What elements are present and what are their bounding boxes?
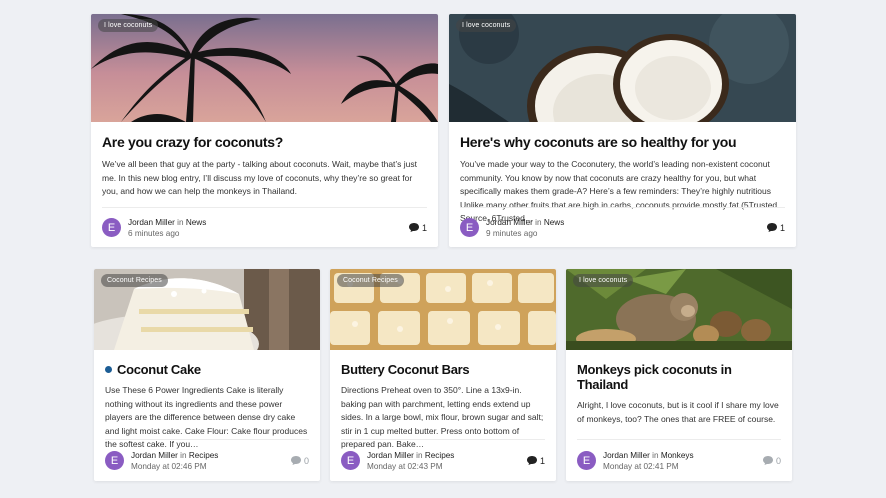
comment-count[interactable]: 0 (762, 455, 781, 466)
post-excerpt: Alright, I love coconuts, but is it cool… (577, 400, 779, 424)
avatar[interactable]: E (341, 451, 360, 470)
post-meta: E Jordan Miller in News 6 minutes ago 1 (102, 207, 427, 247)
author-info: Jordan Miller in News 9 minutes ago (486, 217, 767, 239)
post-title-text[interactable]: Are you crazy for coconuts? (102, 134, 283, 150)
avatar[interactable]: E (102, 218, 121, 237)
author-info: Jordan Miller in Monkeys Monday at 02:41… (603, 450, 763, 472)
avatar[interactable]: E (105, 451, 124, 470)
post-card[interactable]: I love coconuts Are you crazy for coconu… (91, 14, 438, 247)
post-card[interactable]: I love coconuts Here's why coconuts are … (449, 14, 796, 247)
category-tag[interactable]: Coconut Recipes (337, 274, 404, 287)
comment-count-value: 1 (539, 455, 545, 466)
post-cover-image[interactable]: Coconut Recipes (330, 269, 556, 350)
category-link[interactable]: News (544, 218, 564, 227)
comment-count-value: 0 (303, 455, 309, 466)
in-label: in (416, 450, 423, 460)
category-link[interactable]: News (186, 218, 206, 227)
comment-icon (290, 456, 301, 465)
post-title[interactable]: Monkeys pick coconuts in Thailand (577, 362, 781, 392)
post-meta: E Jordan Miller in News 9 minutes ago 1 (460, 207, 785, 247)
comment-count-value: 0 (775, 455, 781, 466)
avatar[interactable]: E (460, 218, 479, 237)
post-time: 6 minutes ago (128, 228, 180, 238)
category-link[interactable]: Recipes (189, 451, 219, 460)
author-info: Jordan Miller in Recipes Monday at 02:46… (131, 450, 291, 472)
post-title[interactable]: Coconut Cake (105, 362, 309, 377)
post-title[interactable]: Buttery Coconut Bars (341, 362, 545, 377)
post-time: Monday at 02:41 PM (603, 461, 679, 471)
author-name[interactable]: Jordan Miller (367, 451, 414, 460)
post-card[interactable]: Coconut Recipes Coconut Cake Use These 6… (94, 269, 320, 481)
author-name[interactable]: Jordan Miller (128, 218, 175, 227)
author-name[interactable]: Jordan Miller (131, 451, 178, 460)
comment-icon (762, 456, 773, 465)
post-cover-image[interactable]: I love coconuts (91, 14, 438, 122)
comment-count[interactable]: 1 (408, 222, 427, 233)
post-time: Monday at 02:43 PM (367, 461, 443, 471)
category-link[interactable]: Recipes (425, 451, 455, 460)
author-name[interactable]: Jordan Miller (603, 451, 650, 460)
comment-count[interactable]: 1 (766, 222, 785, 233)
post-title[interactable]: Here's why coconuts are so healthy for y… (460, 134, 785, 150)
post-cover-image[interactable]: Coconut Recipes (94, 269, 320, 350)
comment-count-value: 1 (779, 222, 785, 233)
post-title-text[interactable]: Here's why coconuts are so healthy for y… (460, 134, 737, 150)
category-tag[interactable]: I love coconuts (573, 274, 634, 287)
comment-icon (526, 456, 537, 465)
post-card[interactable]: Coconut Recipes Buttery Coconut Bars Dir… (330, 269, 556, 481)
in-label: in (177, 217, 184, 227)
post-title-text[interactable]: Coconut Cake (117, 362, 201, 377)
category-tag[interactable]: Coconut Recipes (101, 274, 168, 287)
in-label: in (652, 450, 659, 460)
author-name[interactable]: Jordan Miller (486, 218, 533, 227)
post-title[interactable]: Are you crazy for coconuts? (102, 134, 427, 150)
post-card[interactable]: I love coconuts Monkeys pick coconuts in… (566, 269, 792, 481)
comment-count[interactable]: 1 (526, 455, 545, 466)
post-meta: E Jordan Miller in Recipes Monday at 02:… (105, 439, 309, 481)
author-info: Jordan Miller in Recipes Monday at 02:43… (367, 450, 527, 472)
comment-count[interactable]: 0 (290, 455, 309, 466)
post-cover-image[interactable]: I love coconuts (566, 269, 792, 350)
post-title-text[interactable]: Monkeys pick coconuts in Thailand (577, 362, 781, 392)
comment-icon (408, 223, 419, 232)
post-time: Monday at 02:46 PM (131, 461, 207, 471)
avatar[interactable]: E (577, 451, 596, 470)
post-time: 9 minutes ago (486, 228, 538, 238)
post-title-text[interactable]: Buttery Coconut Bars (341, 362, 470, 377)
post-meta: E Jordan Miller in Monkeys Monday at 02:… (577, 439, 781, 481)
comment-icon (766, 223, 777, 232)
author-info: Jordan Miller in News 6 minutes ago (128, 217, 409, 239)
unread-indicator (105, 366, 112, 373)
in-label: in (180, 450, 187, 460)
post-meta: E Jordan Miller in Recipes Monday at 02:… (341, 439, 545, 481)
category-link[interactable]: Monkeys (661, 451, 694, 460)
post-cover-image[interactable]: I love coconuts (449, 14, 796, 122)
category-tag[interactable]: I love coconuts (98, 19, 159, 32)
post-excerpt: We’ve all been that guy at the party - t… (102, 159, 417, 197)
in-label: in (535, 217, 542, 227)
category-tag[interactable]: I love coconuts (456, 19, 517, 32)
comment-count-value: 1 (421, 222, 427, 233)
